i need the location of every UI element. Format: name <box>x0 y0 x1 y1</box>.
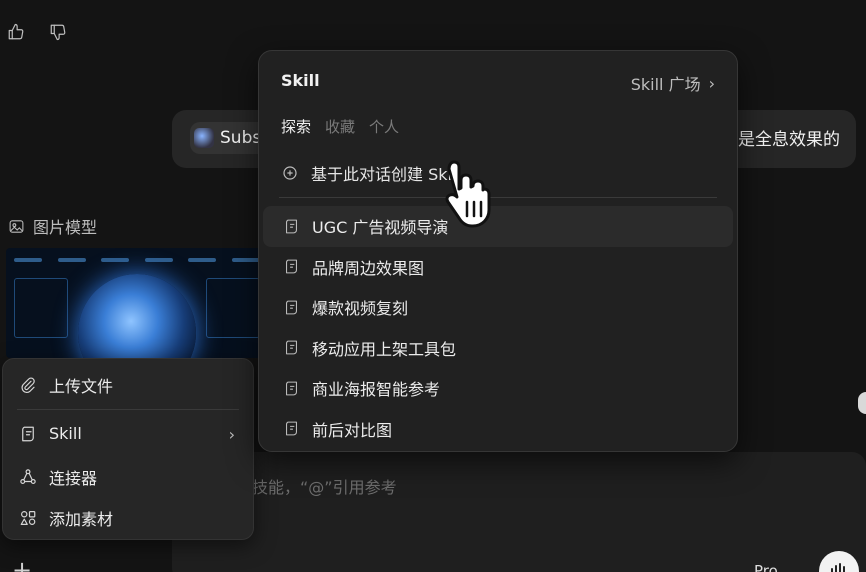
skill-item-label: 品牌周边效果图 <box>312 258 425 278</box>
message-text: 是全息效果的 <box>738 130 840 150</box>
tab-personal[interactable]: 个人 <box>369 116 399 137</box>
image-model-label: 图片模型 <box>33 218 98 237</box>
skill-icon <box>286 219 297 234</box>
skill-plaza-label: Skill 广场 <box>630 75 701 94</box>
skill-item-label: 商业海报智能参考 <box>312 380 441 400</box>
menu-item-upload[interactable]: 上传文件 <box>19 373 113 397</box>
menu-divider <box>17 409 239 410</box>
add-circle-icon <box>283 166 297 180</box>
shapes-icon <box>20 511 36 525</box>
generated-image[interactable] <box>6 248 268 358</box>
skill-popover: Skill Skill 广场 › 探索 收藏 个人 基于此对话创建 Skill … <box>258 50 738 452</box>
connector-icon <box>20 469 36 484</box>
menu-item-label: Skill <box>49 424 82 443</box>
menu-item-connector[interactable]: 连接器 <box>19 465 97 489</box>
create-skill-button[interactable]: 基于此对话创建 Skill <box>281 161 461 185</box>
composer-input[interactable]: 技能，“@”引用参考 <box>252 474 397 498</box>
attach-menu: 上传文件 Skill › 连接器 添加素材 <box>2 358 254 540</box>
skill-icon <box>286 421 297 436</box>
skill-item[interactable]: 品牌周边效果图 <box>263 247 733 288</box>
skill-icon <box>286 340 297 355</box>
model-select[interactable]: Pro ⌄ <box>754 562 795 572</box>
feedback-bar <box>6 22 68 42</box>
hologram-globe <box>78 274 196 358</box>
tab-favorites[interactable]: 收藏 <box>325 116 355 137</box>
hud-panel-right <box>206 278 260 338</box>
waveform-icon <box>831 563 845 572</box>
menu-item-label: 添加素材 <box>49 510 114 529</box>
skill-item-label: 爆款视频复刻 <box>312 299 409 319</box>
skill-icon <box>286 381 297 396</box>
skill-icon <box>286 300 297 315</box>
skill-tabs: 探索 收藏 个人 <box>281 116 399 137</box>
chevron-right-icon: › <box>708 73 715 93</box>
plus-button[interactable]: + <box>12 558 32 572</box>
thumbs-down-icon[interactable] <box>48 22 68 42</box>
create-skill-label: 基于此对话创建 Skill <box>311 165 461 184</box>
skill-item[interactable]: 爆款视频复刻 <box>263 287 733 328</box>
hand-cursor-icon <box>445 160 491 228</box>
tab-explore[interactable]: 探索 <box>281 116 311 137</box>
skill-item[interactable]: 移动应用上架工具包 <box>263 328 733 369</box>
skill-item-label: 前后对比图 <box>312 420 393 440</box>
skill-item[interactable]: 商业海报智能参考 <box>263 368 733 409</box>
menu-item-add-material[interactable]: 添加素材 <box>19 506 113 530</box>
skill-item[interactable]: 前后对比图 <box>263 409 733 450</box>
hud-bar <box>14 254 260 266</box>
chevron-right-icon: › <box>228 425 235 444</box>
skill-plaza-link[interactable]: Skill 广场 › <box>631 71 715 95</box>
app-stage: Subs 是全息效果的 图片模型 技能，“@”引用参考 + Pro ⌄ 上传文件… <box>0 0 866 572</box>
reference-thumbnail <box>194 128 214 148</box>
composer <box>172 452 866 572</box>
image-model-header: 图片模型 <box>8 214 97 238</box>
skill-icon <box>22 426 34 441</box>
paperclip-icon <box>21 377 35 394</box>
skill-item-label: 移动应用上架工具包 <box>312 339 457 359</box>
hud-panel-left <box>14 278 68 338</box>
reference-chip-label: Subs <box>220 128 262 148</box>
thumbs-up-icon[interactable] <box>6 22 26 42</box>
image-icon <box>9 219 24 233</box>
menu-item-label: 连接器 <box>49 469 98 488</box>
menu-item-skill[interactable]: Skill <box>19 424 82 443</box>
skill-item-label: UGC 广告视频导演 <box>312 218 449 238</box>
scroll-handle[interactable] <box>858 392 866 414</box>
skill-list: UGC 广告视频导演 品牌周边效果图 爆款视频复刻 移动应用上架工具包 商业海报… <box>263 206 733 449</box>
popover-title: Skill <box>281 71 320 90</box>
skill-icon <box>286 259 297 274</box>
menu-item-label: 上传文件 <box>49 377 114 396</box>
